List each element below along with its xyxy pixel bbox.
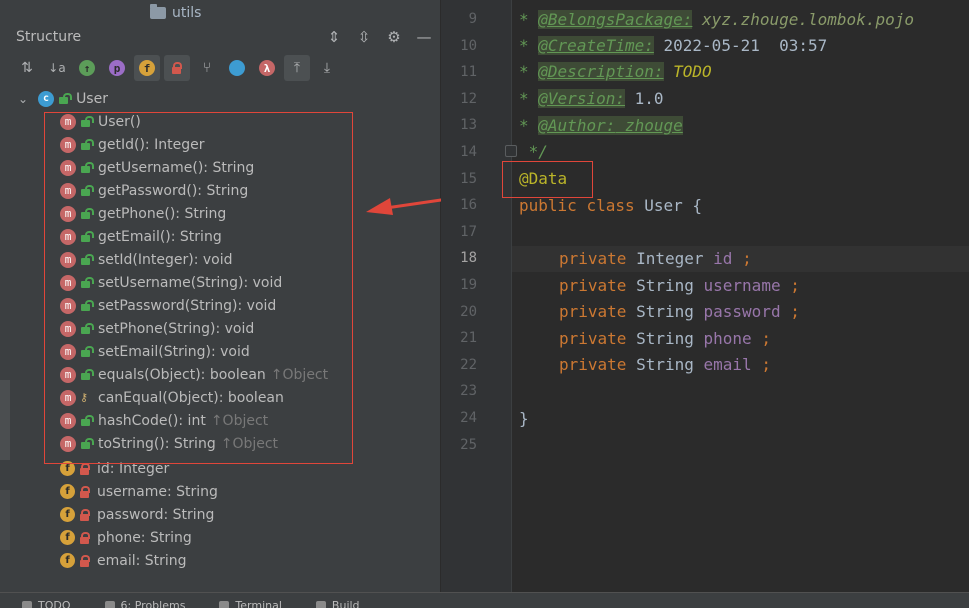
collapse-all-icon[interactable]: ⇳ <box>354 27 374 47</box>
show-properties-icon[interactable]: p <box>104 55 130 81</box>
gear-icon[interactable]: ⚙ <box>384 27 404 47</box>
field-row[interactable]: f username: String <box>60 480 218 503</box>
line-number: 19 <box>441 277 477 293</box>
structure-title: Structure <box>16 29 81 45</box>
show-non-public-icon[interactable] <box>164 55 190 81</box>
line-gutter <box>441 0 511 592</box>
line-number: 25 <box>441 437 477 453</box>
folder-icon <box>150 7 166 19</box>
line-number: 22 <box>441 357 477 373</box>
field-label: username: String <box>97 484 218 500</box>
private-lock-icon <box>79 555 91 567</box>
field-icon: f <box>60 553 75 568</box>
autoscroll-from-source-icon[interactable]: ⤓ <box>314 55 340 81</box>
anonymous-classes-icon[interactable] <box>224 55 250 81</box>
fold-marker-icon[interactable] <box>505 145 517 157</box>
field-icon: f <box>60 507 75 522</box>
code-field-line: private String email ; <box>559 352 771 378</box>
public-unlock-icon <box>58 93 70 105</box>
line-number: 20 <box>441 304 477 320</box>
line-number: 14 <box>441 144 477 160</box>
private-lock-icon <box>79 532 91 544</box>
code-field-line: private String password ; <box>559 299 800 325</box>
favorites-side-tab[interactable] <box>0 490 10 550</box>
line-number: 10 <box>441 38 477 54</box>
field-label: phone: String <box>97 530 192 546</box>
minimize-icon[interactable]: — <box>414 27 434 47</box>
code-field-line: private String username ; <box>559 273 800 299</box>
top-folder-label: utils <box>172 5 201 21</box>
structure-side-tab[interactable] <box>0 380 10 460</box>
sort-visibility-icon[interactable]: ⇅ <box>14 55 40 81</box>
line-number: 17 <box>441 224 477 240</box>
methods-highlight-box <box>44 112 353 464</box>
private-lock-icon <box>79 486 91 498</box>
tree-root-user[interactable]: ⌄ c User <box>18 87 108 110</box>
field-label: password: String <box>97 507 214 523</box>
line-number: 12 <box>441 91 477 107</box>
show-inherited-icon[interactable]: ↑ <box>74 55 100 81</box>
code-line-11: * @Description: TODO <box>519 59 712 85</box>
code-line-9: * @BelongsPackage: xyz.zhouge.lombok.poj… <box>519 7 914 33</box>
line-number: 11 <box>441 64 477 80</box>
code-line-13: * @Author: zhouge <box>519 113 683 139</box>
structure-header: Structure ⇕ ⇳ ⚙ — <box>10 24 440 50</box>
class-icon: c <box>38 91 54 107</box>
line-number: 24 <box>441 410 477 426</box>
field-row[interactable]: f password: String <box>60 503 214 526</box>
field-icon: f <box>60 530 75 545</box>
autoscroll-to-source-icon[interactable]: ⤒ <box>284 55 310 81</box>
code-editor[interactable]: 9 10 11 12 13 14 15 16 17 18 19 20 21 22 23 24 25 * @Bel… <box>441 0 969 592</box>
code-field-line: private String phone ; <box>559 326 771 352</box>
line-number: 9 <box>441 11 477 27</box>
line-number: 16 <box>441 197 477 213</box>
private-lock-icon <box>79 463 91 475</box>
annotation-highlight-box <box>502 161 593 198</box>
code-field-line: private Integer id ; <box>559 246 752 272</box>
expand-all-icon[interactable]: ⇕ <box>324 27 344 47</box>
tree-root-label: User <box>76 91 108 107</box>
field-row[interactable]: f email: String <box>60 549 187 572</box>
structure-panel: utils Structure ⇕ ⇳ ⚙ — ⇅ ↓a ↑ p f ⑂ λ ⤒… <box>10 0 441 592</box>
line-number: 18 <box>441 250 477 266</box>
line-number: 15 <box>441 171 477 187</box>
gutter-separator <box>511 0 512 592</box>
field-icon: f <box>60 484 75 499</box>
line-number: 13 <box>441 117 477 133</box>
show-fields-icon[interactable]: f <box>134 55 160 81</box>
code-line-24: } <box>519 406 529 432</box>
field-row[interactable]: f phone: String <box>60 526 192 549</box>
line-number: 23 <box>441 383 477 399</box>
code-line-12: * @Version: 1.0 <box>519 86 664 112</box>
structure-toolbar: ⇅ ↓a ↑ p f ⑂ λ ⤒ ⤓ <box>10 54 444 82</box>
field-label: email: String <box>97 553 187 569</box>
bottom-tool-bar: TODO 6: Problems Terminal Build <box>0 592 969 608</box>
show-hierarchy-icon[interactable]: ⑂ <box>194 55 220 81</box>
show-lambdas-icon[interactable]: λ <box>254 55 280 81</box>
top-folder-row[interactable]: utils <box>150 3 201 23</box>
code-line-10: * @CreateTime: 2022-05-21 03:57 <box>519 33 827 59</box>
private-lock-icon <box>79 509 91 521</box>
line-number: 21 <box>441 330 477 346</box>
chevron-down-icon[interactable]: ⌄ <box>18 92 28 106</box>
sort-alpha-icon[interactable]: ↓a <box>44 55 70 81</box>
